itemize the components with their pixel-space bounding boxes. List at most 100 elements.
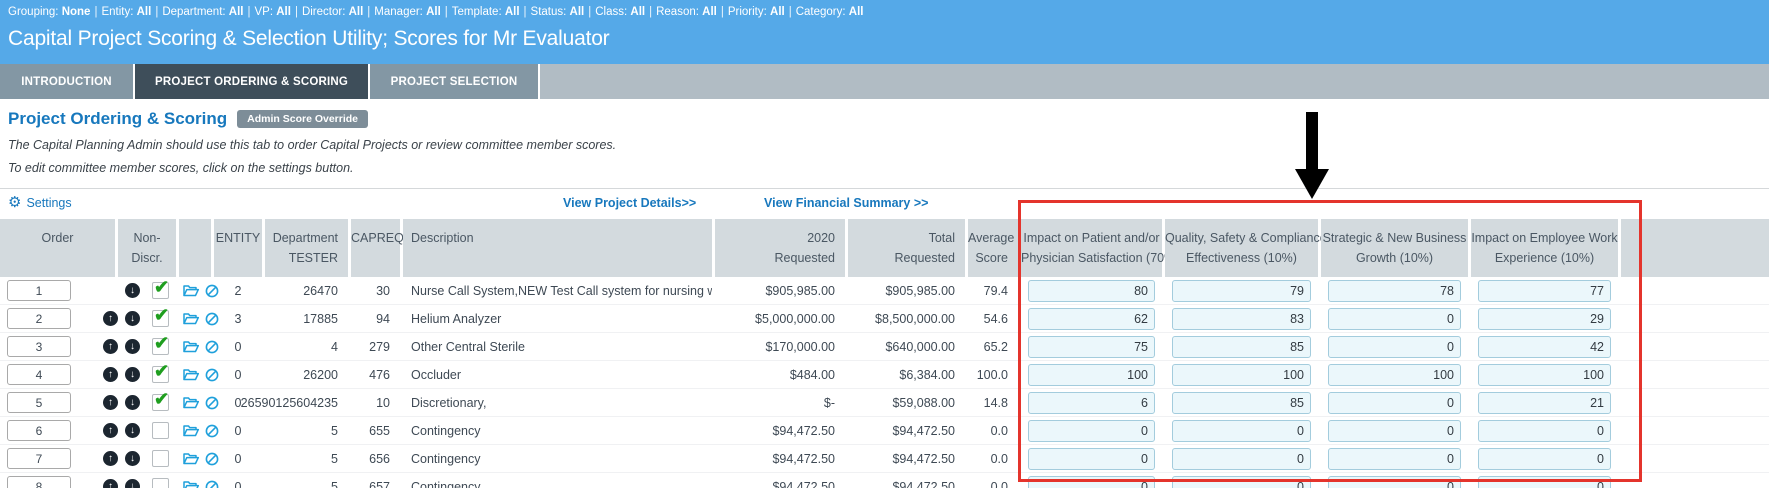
employee-work-experience-score-input[interactable] xyxy=(1478,280,1611,302)
move-up-button[interactable]: ↑ xyxy=(103,367,118,382)
order-input[interactable] xyxy=(7,420,71,441)
non-discr-checkbox[interactable] xyxy=(152,310,169,327)
move-down-button[interactable]: ↓ xyxy=(125,423,140,438)
column-header-department-tester: DepartmentTESTER xyxy=(265,219,348,277)
table-body: ↑↓22647030Nurse Call System,NEW Test Cal… xyxy=(0,277,1769,488)
strategic-new-business-score-input[interactable] xyxy=(1328,336,1461,358)
impact-patient-satisfaction-score-input[interactable] xyxy=(1028,364,1155,386)
non-discr-checkbox[interactable] xyxy=(152,366,169,383)
impact-patient-satisfaction-score-input[interactable] xyxy=(1028,308,1155,330)
table-row: ↑↓05656Contingency$94,472.50$94,472.500.… xyxy=(0,445,1769,473)
move-down-button[interactable]: ↓ xyxy=(125,395,140,410)
capreq-cell: 30 xyxy=(351,284,400,298)
order-input[interactable] xyxy=(7,308,71,329)
impact-patient-satisfaction-score-input[interactable] xyxy=(1028,420,1155,442)
order-input[interactable] xyxy=(7,476,71,488)
strategic-new-business-score-input[interactable] xyxy=(1328,364,1461,386)
filter-department: Department: All xyxy=(162,6,243,18)
view-financial-summary-link[interactable]: View Financial Summary >> xyxy=(764,196,928,210)
quality-safety-compliance-score-input[interactable] xyxy=(1172,420,1311,442)
move-down-button[interactable]: ↓ xyxy=(125,311,140,326)
move-down-button[interactable]: ↓ xyxy=(125,367,140,382)
tab-project-ordering-scoring[interactable]: PROJECT ORDERING & SCORING xyxy=(135,64,368,99)
quality-safety-compliance-score-input[interactable] xyxy=(1172,336,1311,358)
folder-open-icon[interactable] xyxy=(183,396,199,409)
move-down-button[interactable]: ↓ xyxy=(125,283,140,298)
order-input[interactable] xyxy=(7,364,71,385)
folder-open-icon[interactable] xyxy=(183,312,199,325)
impact-patient-satisfaction-score-input[interactable] xyxy=(1028,476,1155,488)
employee-work-experience-score-input[interactable] xyxy=(1478,476,1611,488)
non-discr-checkbox[interactable] xyxy=(152,478,169,488)
strategic-new-business-score-input[interactable] xyxy=(1328,420,1461,442)
employee-work-experience-score-input[interactable] xyxy=(1478,336,1611,358)
average-score-cell: 79.4 xyxy=(968,284,1018,298)
total-requested-cell: $640,000.00 xyxy=(848,340,965,354)
non-discr-checkbox[interactable] xyxy=(152,450,169,467)
tab-project-selection[interactable]: PROJECT SELECTION xyxy=(370,64,538,99)
tab-introduction[interactable]: INTRODUCTION xyxy=(0,64,133,99)
impact-patient-satisfaction-score-input[interactable] xyxy=(1028,336,1155,358)
filter-class: Class: All xyxy=(595,6,645,18)
folder-open-icon[interactable] xyxy=(183,340,199,353)
requested-2020-cell: $- xyxy=(715,396,845,410)
non-discr-checkbox[interactable] xyxy=(152,282,169,299)
strategic-new-business-score-input[interactable] xyxy=(1328,280,1461,302)
gear-icon: ⚙ xyxy=(8,196,21,210)
quality-safety-compliance-score-input[interactable] xyxy=(1172,448,1311,470)
move-up-button[interactable]: ↑ xyxy=(103,423,118,438)
filter-template: Template: All xyxy=(452,6,520,18)
move-down-button[interactable]: ↓ xyxy=(125,479,140,488)
employee-work-experience-score-input[interactable] xyxy=(1478,420,1611,442)
quality-safety-compliance-score-input[interactable] xyxy=(1172,280,1311,302)
move-down-button[interactable]: ↓ xyxy=(125,339,140,354)
table-row: ↑↓02659012560423510Discretionary,$-$59,0… xyxy=(0,389,1769,417)
folder-open-icon[interactable] xyxy=(183,480,199,488)
description-cell: Helium Analyzer xyxy=(403,312,712,326)
non-discr-checkbox[interactable] xyxy=(152,338,169,355)
move-up-button[interactable]: ↑ xyxy=(103,479,118,488)
impact-patient-satisfaction-score-input[interactable] xyxy=(1028,280,1155,302)
move-up-button[interactable]: ↑ xyxy=(103,311,118,326)
strategic-new-business-score-input[interactable] xyxy=(1328,448,1461,470)
employee-work-experience-score-input[interactable] xyxy=(1478,364,1611,386)
column-header-quality-safety-compliance-effectiveness-10: Quality, Safety & ComplianceEffectivenes… xyxy=(1165,219,1318,277)
view-project-details-link[interactable]: View Project Details>> xyxy=(563,196,696,210)
employee-work-experience-score-input[interactable] xyxy=(1478,392,1611,414)
impact-patient-satisfaction-score-input[interactable] xyxy=(1028,392,1155,414)
entity-cell: 0 xyxy=(214,452,262,466)
requested-2020-cell: $94,472.50 xyxy=(715,424,845,438)
non-discr-checkbox[interactable] xyxy=(152,394,169,411)
filter-priority: Priority: All xyxy=(728,6,785,18)
folder-open-icon[interactable] xyxy=(183,284,199,297)
move-up-button[interactable]: ↑ xyxy=(103,339,118,354)
folder-open-icon[interactable] xyxy=(183,424,199,437)
order-input[interactable] xyxy=(7,448,71,469)
order-input[interactable] xyxy=(7,336,71,357)
employee-work-experience-score-input[interactable] xyxy=(1478,308,1611,330)
settings-button[interactable]: ⚙Settings xyxy=(8,196,72,210)
move-down-button[interactable]: ↓ xyxy=(125,451,140,466)
quality-safety-compliance-score-input[interactable] xyxy=(1172,308,1311,330)
folder-open-icon[interactable] xyxy=(183,452,199,465)
non-discr-checkbox[interactable] xyxy=(152,422,169,439)
move-up-button[interactable]: ↑ xyxy=(103,451,118,466)
entity-cell: 0 xyxy=(214,424,262,438)
entity-cell: 0 xyxy=(214,340,262,354)
strategic-new-business-score-input[interactable] xyxy=(1328,392,1461,414)
filters-bar: Grouping: None|Entity: All|Department: A… xyxy=(0,0,1769,24)
employee-work-experience-score-input[interactable] xyxy=(1478,448,1611,470)
requested-2020-cell: $94,472.50 xyxy=(715,480,845,488)
move-up-button[interactable]: ↑ xyxy=(103,395,118,410)
table-toolbar: ⚙Settings View Project Details>> View Fi… xyxy=(0,193,1769,219)
quality-safety-compliance-score-input[interactable] xyxy=(1172,392,1311,414)
description-cell: Discretionary, xyxy=(403,396,712,410)
strategic-new-business-score-input[interactable] xyxy=(1328,308,1461,330)
folder-open-icon[interactable] xyxy=(183,368,199,381)
order-input[interactable] xyxy=(7,280,71,301)
order-input[interactable] xyxy=(7,392,71,413)
quality-safety-compliance-score-input[interactable] xyxy=(1172,364,1311,386)
strategic-new-business-score-input[interactable] xyxy=(1328,476,1461,488)
impact-patient-satisfaction-score-input[interactable] xyxy=(1028,448,1155,470)
quality-safety-compliance-score-input[interactable] xyxy=(1172,476,1311,488)
